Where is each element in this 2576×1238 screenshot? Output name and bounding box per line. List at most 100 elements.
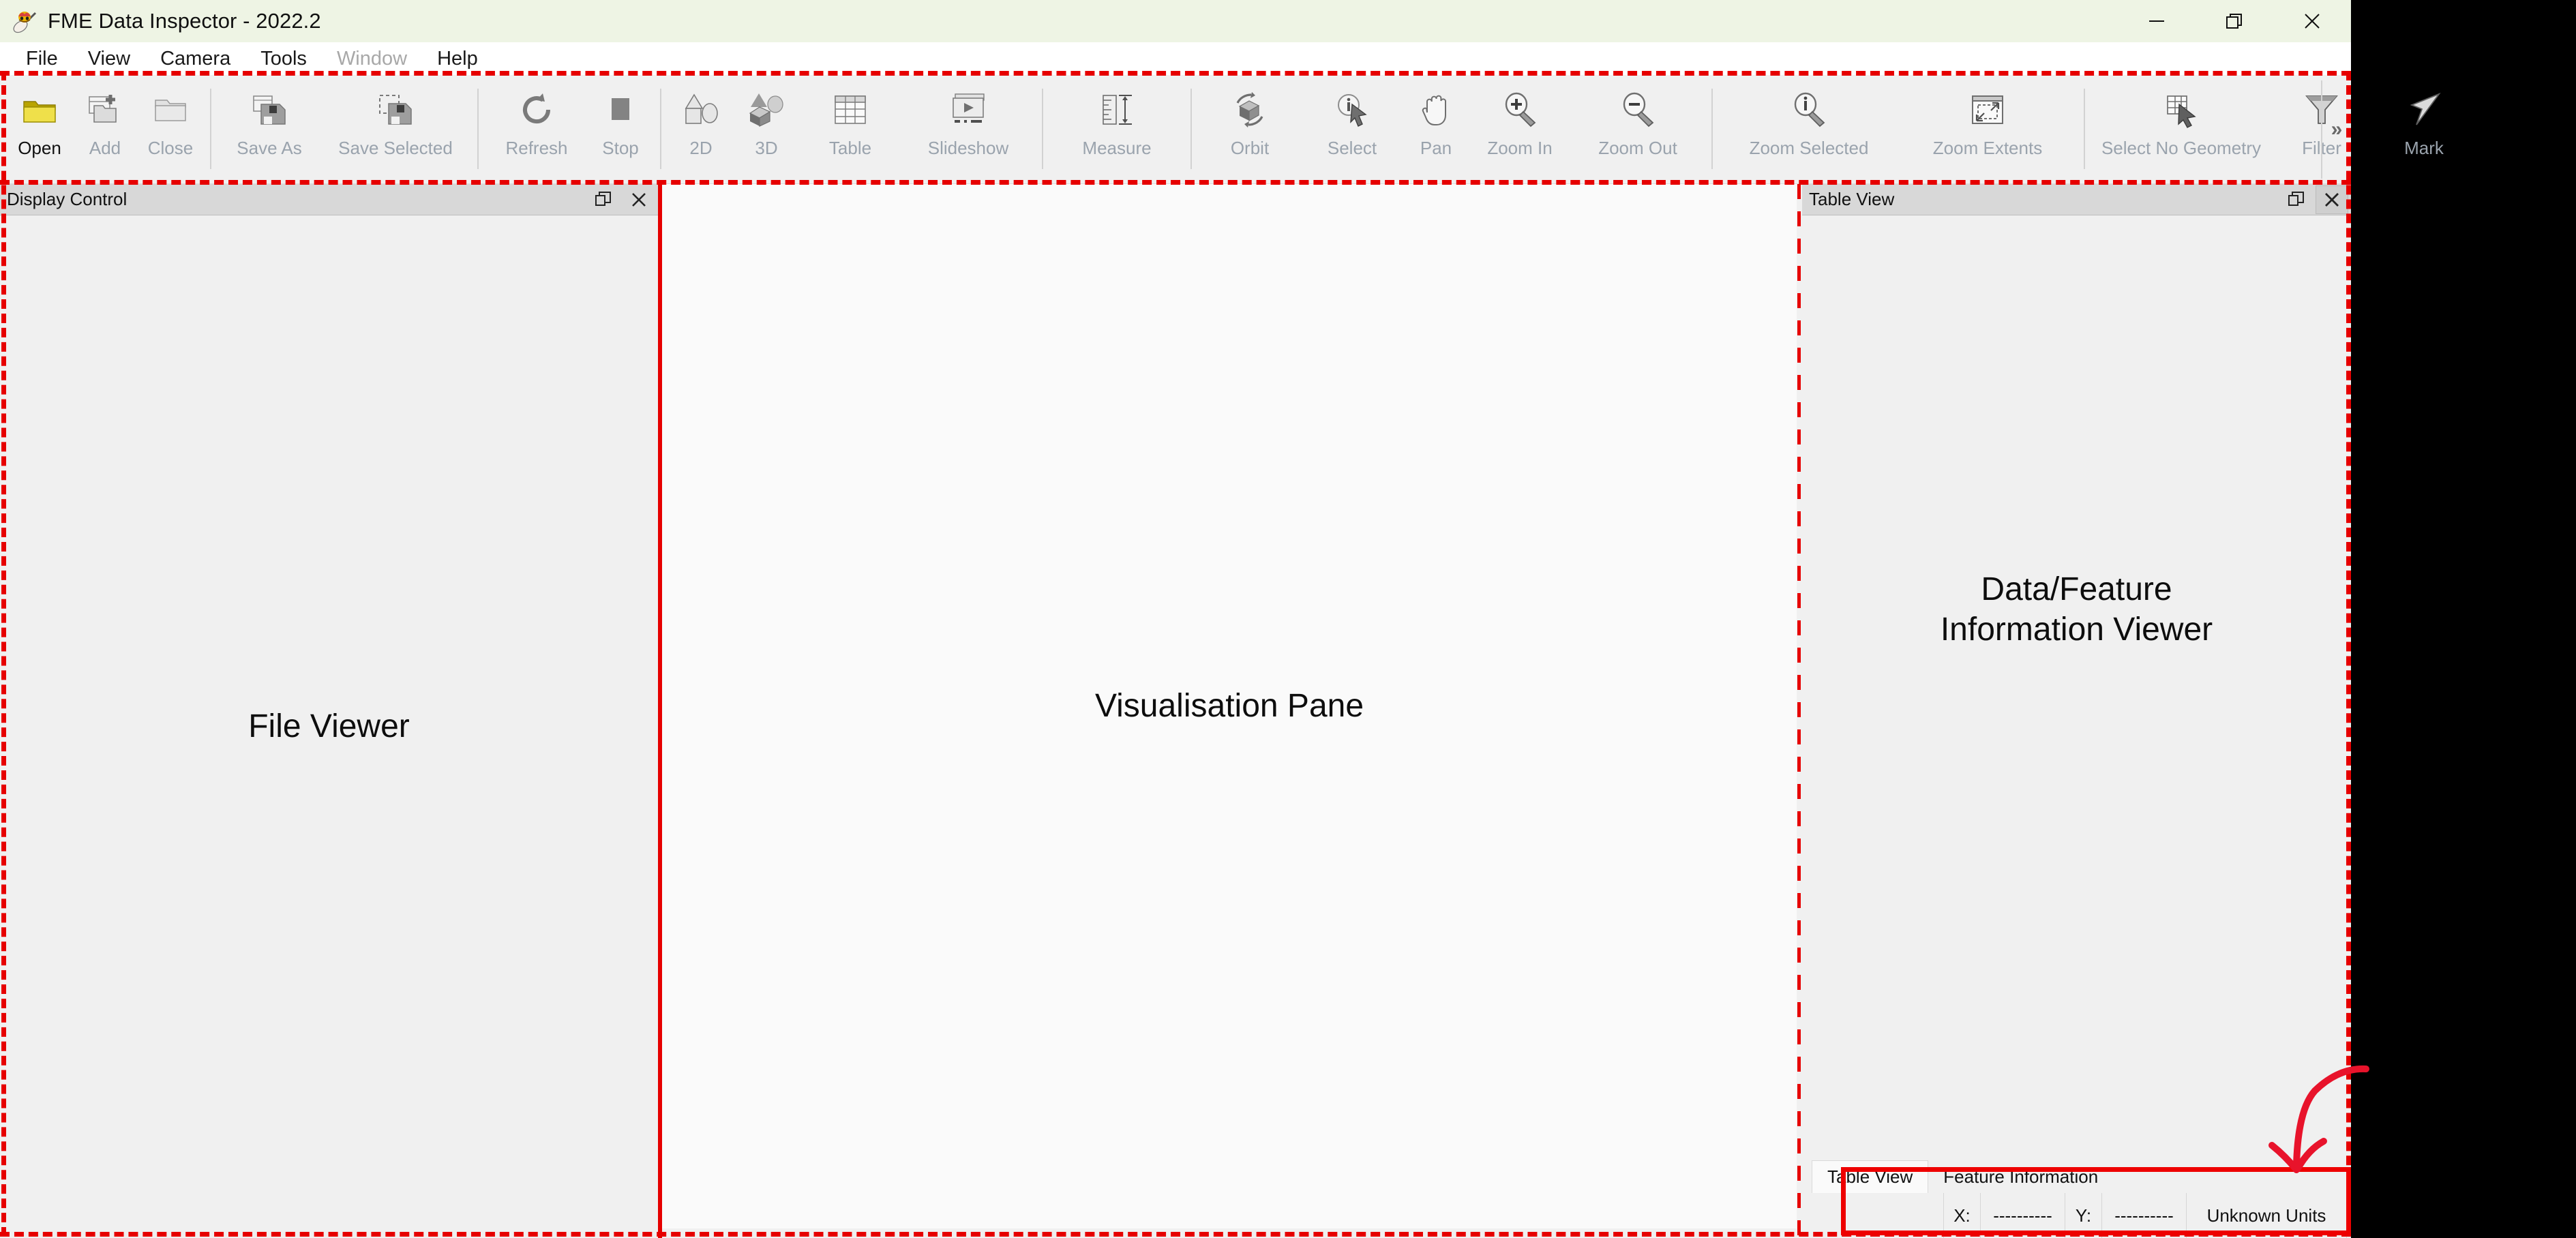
toolbar-label-zoom-out: Zoom Out xyxy=(1598,138,1677,158)
toolbar-label-zoom-selected: Zoom Selected xyxy=(1749,138,1869,158)
table-view-panel: Table View Data/Feature Information View… xyxy=(1802,184,2351,1238)
table-icon xyxy=(829,89,871,131)
mark-arrow-icon xyxy=(2403,89,2445,131)
toolbar-label-save-selected: Save Selected xyxy=(338,138,453,158)
toolbar: Open Add Close Save As Save Selected Ref… xyxy=(0,75,2444,184)
toolbar-button-stop[interactable]: Stop xyxy=(588,80,653,179)
menu-item-tools[interactable]: Tools xyxy=(245,45,322,73)
view-3d-icon xyxy=(745,89,788,131)
select-info-cursor-icon xyxy=(1331,89,1373,131)
zoom-out-icon xyxy=(1617,89,1659,131)
toolbar-label-zoom-in: Zoom In xyxy=(1487,138,1553,158)
toolbar-label-select-no-geometry: Select No Geometry xyxy=(2101,138,2262,158)
toolbar-label-zoom-extents: Zoom Extents xyxy=(1932,138,2043,158)
toolbar-button-save-selected[interactable]: Save Selected xyxy=(320,80,470,179)
coordinate-status-bar: X: ---------- Y: ---------- Unknown Unit… xyxy=(1812,1193,2347,1238)
application-window: FME Data Inspector - 2022.2 File View Ca… xyxy=(0,0,2444,1238)
x-label: X: xyxy=(1943,1193,1980,1238)
toolbar-button-select[interactable]: Select xyxy=(1301,80,1403,179)
display-control-title: Display Control xyxy=(7,189,128,209)
toolbar-button-orbit[interactable]: Orbit xyxy=(1199,80,1301,179)
toolbar-overflow-button[interactable]: » xyxy=(2321,80,2351,179)
file-viewer-annotation: File Viewer xyxy=(248,708,410,744)
menu-item-help[interactable]: Help xyxy=(422,45,493,73)
orbit-icon xyxy=(1229,89,1271,131)
x-value: ---------- xyxy=(1980,1193,2065,1238)
data-feature-info-annotation: Data/Feature Information Viewer xyxy=(1802,570,2351,650)
tab-table-view[interactable]: Table View xyxy=(1812,1160,1929,1193)
menu-item-view[interactable]: View xyxy=(73,45,145,73)
toolbar-separator xyxy=(477,89,479,169)
toolbar-separator xyxy=(1190,89,1192,169)
table-view-body: Data/Feature Information Viewer Table Vi… xyxy=(1802,215,2351,1238)
toolbar-separator xyxy=(2084,89,2085,169)
toolbar-label-pan: Pan xyxy=(1420,138,1452,158)
toolbar-button-zoom-extents[interactable]: Zoom Extents xyxy=(1898,80,2077,179)
toolbar-button-zoom-out[interactable]: Zoom Out xyxy=(1571,80,1705,179)
toolbar-button-add[interactable]: Add xyxy=(72,80,138,179)
title-bar: FME Data Inspector - 2022.2 xyxy=(0,0,2351,42)
menu-item-camera[interactable]: Camera xyxy=(145,45,245,73)
toolbar-button-save-as[interactable]: Save As xyxy=(218,80,320,179)
table-view-tabstrip: Table View Feature Information xyxy=(1812,1159,2351,1193)
visualisation-pane[interactable]: Visualisation Pane xyxy=(662,184,1797,1238)
zoom-extents-icon xyxy=(1966,89,2009,131)
close-icon[interactable] xyxy=(2316,185,2348,214)
toolbar-button-3d[interactable]: 3D xyxy=(734,80,799,179)
toolbar-button-mark[interactable]: Mark xyxy=(2373,80,2475,179)
menu-bar: File View Camera Tools Window Help xyxy=(0,42,2351,75)
minimize-icon[interactable] xyxy=(2118,0,2196,42)
float-icon[interactable] xyxy=(587,185,620,214)
toolbar-label-add: Add xyxy=(89,138,121,158)
annotation-divider-right xyxy=(1797,184,1802,1238)
fme-bee-icon xyxy=(11,7,38,35)
tab-feature-information[interactable]: Feature Information xyxy=(1928,1160,2113,1193)
add-dataset-icon xyxy=(84,89,126,131)
toolbar-button-table[interactable]: Table xyxy=(799,80,901,179)
toolbar-label-refresh: Refresh xyxy=(505,138,568,158)
display-control-header: Display Control xyxy=(0,184,658,215)
float-icon[interactable] xyxy=(2280,185,2313,214)
menu-item-file[interactable]: File xyxy=(11,45,73,73)
pan-hand-icon xyxy=(1415,89,1457,131)
display-control-panel: Display Control File Viewer xyxy=(0,184,658,1238)
save-selected-icon xyxy=(374,89,417,131)
toolbar-label-select: Select xyxy=(1327,138,1377,158)
toolbar-button-select-no-geometry[interactable]: Select No Geometry xyxy=(2092,80,2271,179)
annotation-line-1: Data/Feature xyxy=(1981,571,2172,607)
toolbar-separator xyxy=(660,89,661,169)
window-title: FME Data Inspector - 2022.2 xyxy=(48,9,321,33)
table-view-header: Table View xyxy=(1802,184,2351,215)
close-icon[interactable] xyxy=(2273,0,2351,42)
zoom-in-icon xyxy=(1499,89,1541,131)
toolbar-button-pan[interactable]: Pan xyxy=(1403,80,1469,179)
select-no-geometry-icon xyxy=(2160,89,2202,131)
zoom-selected-icon xyxy=(1788,89,1830,131)
toolbar-button-refresh[interactable]: Refresh xyxy=(485,80,588,179)
refresh-icon xyxy=(515,89,558,131)
annotation-line-2: Information Viewer xyxy=(1940,611,2213,648)
toolbar-label-2d: 2D xyxy=(689,138,713,158)
main-body: Display Control File Viewer Visualisatio… xyxy=(0,184,2351,1238)
view-2d-icon xyxy=(680,89,722,131)
restore-icon[interactable] xyxy=(2196,0,2273,42)
toolbar-label-slideshow: Slideshow xyxy=(927,138,1009,158)
slideshow-icon xyxy=(947,89,989,131)
toolbar-separator xyxy=(1711,89,1713,169)
toolbar-separator xyxy=(210,89,211,169)
toolbar-button-open[interactable]: Open xyxy=(7,80,72,179)
toolbar-label-measure: Measure xyxy=(1082,138,1152,158)
units-label: Unknown Units xyxy=(2186,1193,2347,1238)
toolbar-label-open: Open xyxy=(18,138,61,158)
toolbar-button-close[interactable]: Close xyxy=(138,80,203,179)
toolbar-button-zoom-selected[interactable]: Zoom Selected xyxy=(1720,80,1898,179)
toolbar-button-slideshow[interactable]: Slideshow xyxy=(901,80,1035,179)
close-icon[interactable] xyxy=(623,185,655,214)
toolbar-button-zoom-in[interactable]: Zoom In xyxy=(1469,80,1571,179)
toolbar-label-mark: Mark xyxy=(2404,138,2444,158)
close-folder-icon xyxy=(149,89,192,131)
toolbar-label-close: Close xyxy=(147,138,194,158)
toolbar-button-measure[interactable]: Measure xyxy=(1050,80,1184,179)
toolbar-button-2d[interactable]: 2D xyxy=(668,80,734,179)
toolbar-label-orbit: Orbit xyxy=(1230,138,1270,158)
